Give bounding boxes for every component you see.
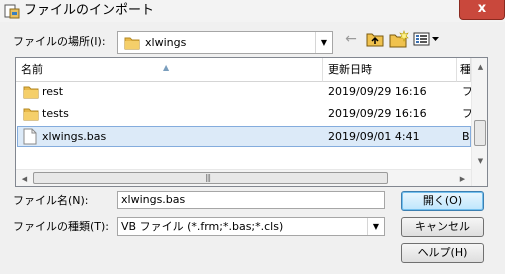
chevron-down-icon[interactable]: ▼: [315, 32, 332, 53]
column-header-name[interactable]: ▲ 名前: [16, 58, 323, 82]
filetype-label: ファイルの種類(T):: [13, 220, 110, 233]
chevron-down-icon[interactable]: ▼: [367, 218, 384, 235]
sort-ascending-icon: ▲: [163, 63, 170, 72]
close-button[interactable]: x: [459, 0, 505, 20]
column-header-type[interactable]: 種: [457, 58, 471, 82]
file-name: rest: [42, 85, 64, 98]
filetype-value: VB ファイル (*.frm;*.bas;*.cls): [121, 220, 284, 233]
file-name: xlwings.bas: [42, 130, 107, 143]
file-date: 2019/09/29 16:16: [328, 85, 427, 98]
file-name: tests: [42, 107, 69, 120]
title-bar[interactable]: ファイルのインポート x: [0, 0, 505, 22]
scroll-down-icon[interactable]: ▼: [472, 152, 487, 169]
folder-icon: [124, 36, 140, 50]
filename-label: ファイル名(N):: [13, 194, 89, 207]
back-arrow-icon[interactable]: ←: [341, 29, 361, 49]
filename-input[interactable]: xlwings.bas: [117, 191, 385, 209]
close-icon: x: [477, 1, 487, 16]
file-date: 2019/09/01 4:41: [328, 130, 420, 143]
file-import-dialog: ファイルのインポート x ファイルの場所(I): xlwings ▼ ← ▲ 名…: [0, 0, 505, 274]
vertical-scroll-thumb[interactable]: [474, 120, 486, 146]
filetype-select[interactable]: VB ファイル (*.frm;*.bas;*.cls) ▼: [117, 217, 385, 236]
window-title: ファイルのインポート: [24, 3, 155, 18]
list-item[interactable]: tests 2019/09/29 16:16 フ: [17, 104, 473, 125]
horizontal-scroll-thumb[interactable]: |||: [33, 172, 388, 184]
new-folder-icon[interactable]: [389, 29, 409, 49]
folder-icon: [23, 107, 39, 124]
location-label: ファイルの場所(I):: [13, 35, 106, 48]
list-item-selected[interactable]: xlwings.bas 2019/09/01 4:41 B: [17, 126, 471, 147]
scroll-up-icon[interactable]: ▲: [472, 58, 487, 75]
vertical-scrollbar[interactable]: ▲ ▼: [471, 58, 487, 186]
view-menu-icon[interactable]: [413, 29, 443, 49]
file-date: 2019/09/29 16:16: [328, 107, 427, 120]
scroll-left-icon[interactable]: ◀: [16, 170, 33, 186]
folder-icon: [23, 85, 39, 102]
file-list[interactable]: ▲ 名前 更新日時 種 rest 2019/09/29 16:16 フ test…: [15, 57, 488, 187]
app-icon: [4, 3, 20, 19]
scroll-right-icon[interactable]: ▶: [454, 170, 471, 186]
list-item[interactable]: rest 2019/09/29 16:16 フ: [17, 82, 473, 103]
cancel-button[interactable]: キャンセル: [401, 217, 484, 237]
file-type: B: [462, 130, 470, 143]
up-folder-icon[interactable]: [365, 29, 385, 49]
column-header-date[interactable]: 更新日時: [323, 58, 457, 82]
document-icon: [23, 128, 37, 148]
open-button[interactable]: 開く(O): [401, 191, 484, 211]
location-value: xlwings: [145, 36, 187, 49]
help-button[interactable]: ヘルプ(H): [401, 243, 484, 263]
location-combo[interactable]: xlwings ▼: [117, 31, 333, 54]
horizontal-scrollbar[interactable]: ◀ ||| ▶: [16, 169, 471, 186]
scroll-grip-icon: |||: [205, 173, 211, 182]
